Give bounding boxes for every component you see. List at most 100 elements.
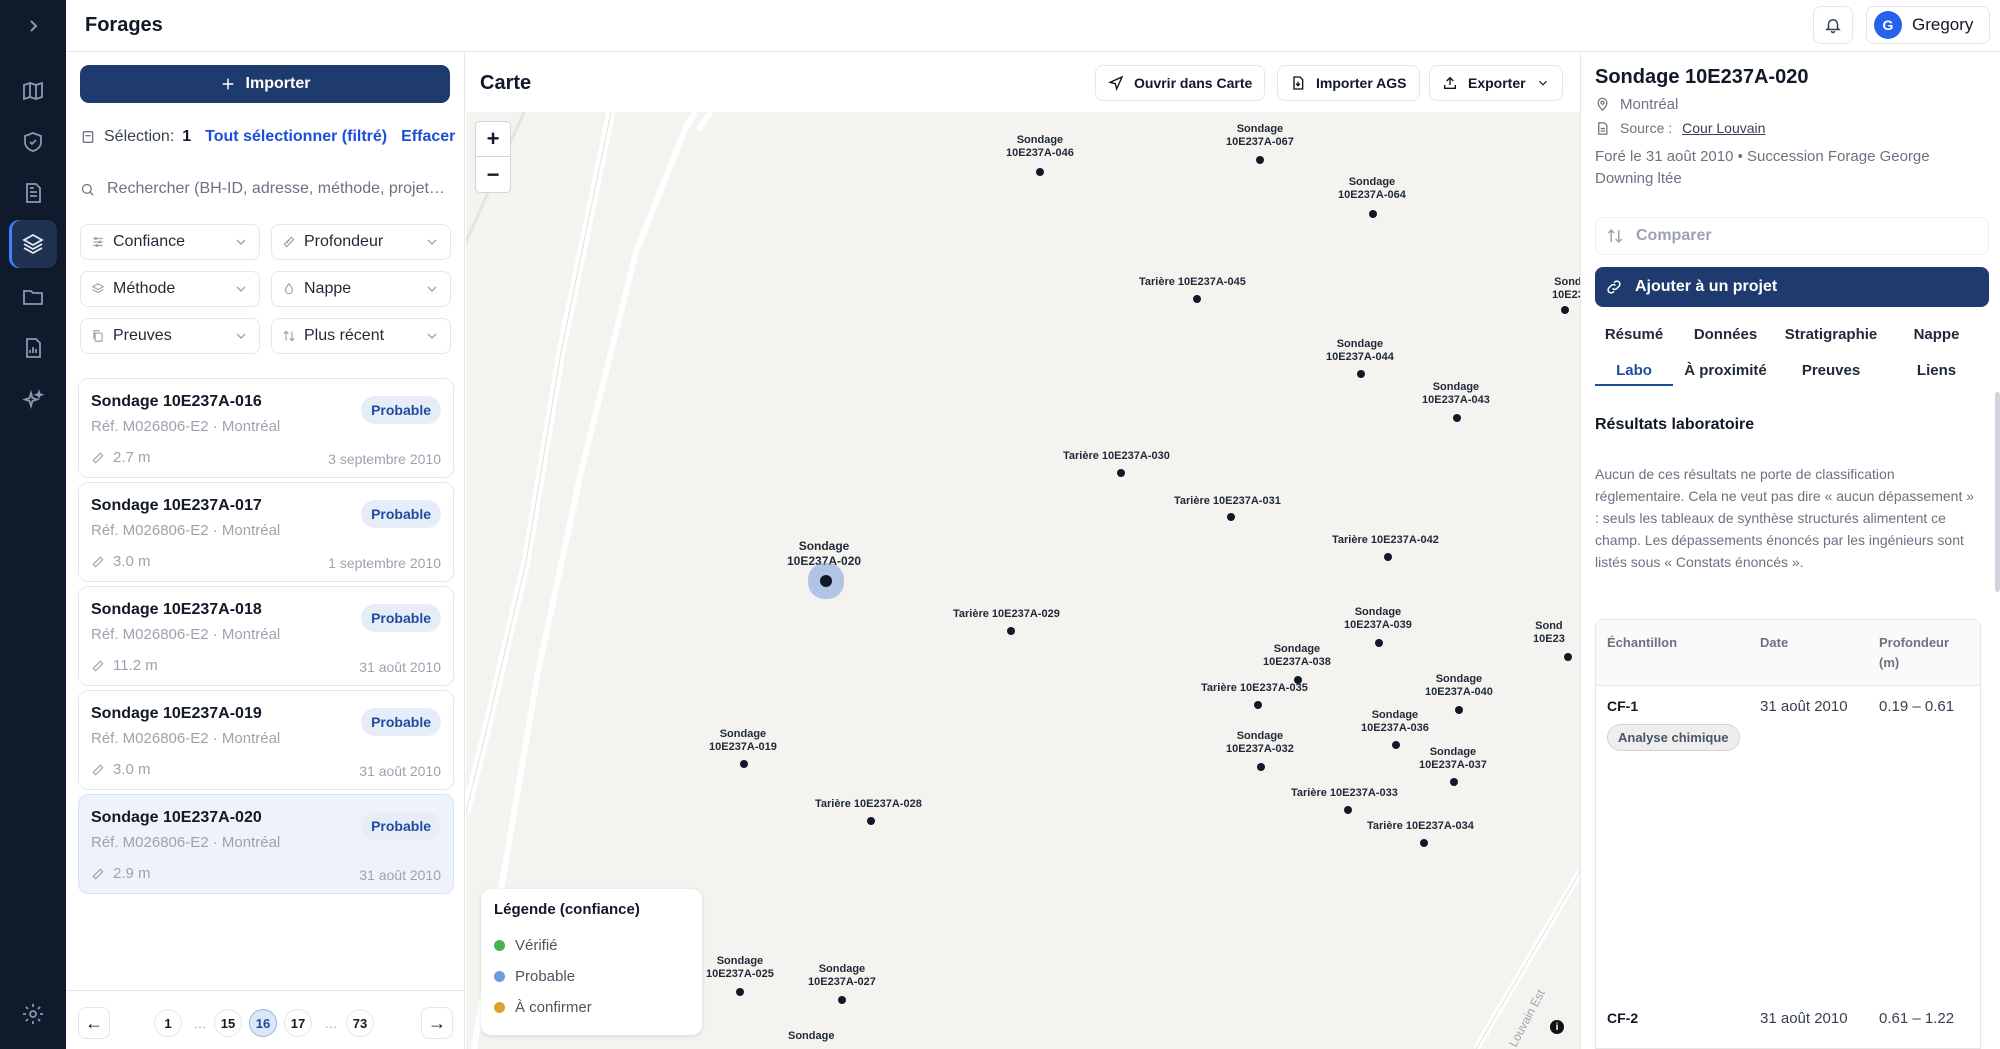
borehole-marker[interactable] bbox=[1369, 210, 1377, 218]
borehole-marker[interactable] bbox=[1357, 370, 1365, 378]
list-item[interactable]: Sondage 10E237A-018 Réf. M026806-E2 · Mo… bbox=[78, 586, 454, 686]
filter-depth[interactable]: Profondeur bbox=[271, 224, 451, 260]
shield-icon[interactable] bbox=[9, 118, 57, 166]
clear-selection-link[interactable]: Effacer bbox=[401, 128, 455, 146]
page-button[interactable]: 1 bbox=[154, 1009, 182, 1037]
folder-icon[interactable] bbox=[9, 273, 57, 321]
page-button[interactable]: 15 bbox=[214, 1009, 242, 1037]
report-icon[interactable] bbox=[9, 324, 57, 372]
borehole-marker[interactable] bbox=[1450, 778, 1458, 786]
select-all-filtered-link[interactable]: Tout sélectionner (filtré) bbox=[205, 128, 387, 146]
filter-water-table[interactable]: Nappe bbox=[271, 271, 451, 307]
borehole-marker[interactable] bbox=[1256, 156, 1264, 164]
borehole-marker-selected[interactable] bbox=[820, 575, 832, 587]
card-title: Sondage 10E237A-017 bbox=[91, 497, 262, 514]
upload-icon bbox=[1444, 76, 1456, 89]
cell-sample: CF-1 bbox=[1607, 698, 1639, 714]
compare-button[interactable]: Comparer bbox=[1595, 217, 1989, 255]
borehole-label: Sondage 10E237A-027 bbox=[808, 963, 876, 988]
tab-summary[interactable]: Résumé bbox=[1595, 320, 1673, 348]
filter-method[interactable]: Méthode bbox=[80, 271, 260, 307]
borehole-marker[interactable] bbox=[1384, 553, 1392, 561]
borehole-marker[interactable] bbox=[1453, 414, 1461, 422]
borehole-marker[interactable] bbox=[1254, 701, 1262, 709]
tab-lab[interactable]: Labo bbox=[1595, 356, 1673, 386]
card-depth: 11.2 m bbox=[91, 657, 158, 674]
zoom-in-button[interactable]: + bbox=[476, 122, 510, 157]
source-link[interactable]: Cour Louvain bbox=[1682, 120, 1765, 136]
borehole-marker[interactable] bbox=[867, 817, 875, 825]
map-icon[interactable] bbox=[9, 67, 57, 115]
borehole-marker[interactable] bbox=[1561, 306, 1569, 314]
borehole-marker[interactable] bbox=[1420, 839, 1428, 847]
list-item[interactable]: Sondage 10E237A-016 Réf. M026806-E2 · Mo… bbox=[78, 378, 454, 478]
filter-evidence[interactable]: Preuves bbox=[80, 318, 260, 354]
settings-gear-icon[interactable] bbox=[9, 990, 57, 1038]
card-title: Sondage 10E237A-019 bbox=[91, 705, 262, 722]
borehole-marker[interactable] bbox=[1007, 627, 1015, 635]
export-dropdown-button[interactable]: Exporter bbox=[1429, 65, 1563, 101]
borehole-marker[interactable] bbox=[740, 760, 748, 768]
import-button-label: Importer bbox=[245, 75, 311, 92]
tab-links[interactable]: Liens bbox=[1884, 356, 1989, 384]
borehole-label: Sondage bbox=[788, 1030, 835, 1042]
zoom-out-button[interactable]: − bbox=[476, 157, 510, 192]
tab-water-table[interactable]: Nappe bbox=[1884, 320, 1989, 348]
selection-checkbox-icon[interactable] bbox=[80, 129, 96, 145]
borehole-marker[interactable] bbox=[1117, 469, 1125, 477]
document-icon[interactable] bbox=[9, 169, 57, 217]
scrollbar[interactable] bbox=[1995, 392, 2000, 592]
borehole-label: Tarière 10E237A-045 bbox=[1139, 276, 1246, 288]
list-item-selected[interactable]: Sondage 10E237A-020 Réf. M026806-E2 · Mo… bbox=[78, 794, 454, 894]
user-menu[interactable]: G Gregory bbox=[1866, 6, 1990, 44]
page-button[interactable]: 73 bbox=[346, 1009, 374, 1037]
map-attribution-info-icon[interactable]: i bbox=[1550, 1020, 1564, 1034]
map-pin-icon bbox=[1597, 97, 1608, 111]
search-input[interactable]: Rechercher (BH-ID, adresse, méthode, pro… bbox=[80, 174, 450, 204]
borehole-marker[interactable] bbox=[1455, 706, 1463, 714]
chevron-down-icon bbox=[427, 333, 437, 339]
ruler-icon bbox=[92, 660, 104, 671]
page-button[interactable]: 17 bbox=[284, 1009, 312, 1037]
borehole-marker[interactable] bbox=[1392, 741, 1400, 749]
tab-data[interactable]: Données bbox=[1673, 320, 1778, 348]
map-canvas[interactable]: + − Sondage 10E237A-046 Sondage 10E237A-06… bbox=[466, 112, 1580, 1049]
tab-evidence[interactable]: Preuves bbox=[1778, 356, 1884, 384]
next-page-button[interactable]: → bbox=[421, 1007, 453, 1039]
borehole-marker[interactable] bbox=[1375, 639, 1383, 647]
borehole-label: Tarière 10E237A-034 bbox=[1367, 820, 1474, 832]
borehole-marker[interactable] bbox=[1257, 763, 1265, 771]
list-item[interactable]: Sondage 10E237A-017 Réf. M026806-E2 · Mo… bbox=[78, 482, 454, 582]
notifications-bell-icon[interactable] bbox=[1813, 6, 1853, 44]
import-button[interactable]: Importer bbox=[80, 65, 450, 103]
filter-label: Profondeur bbox=[304, 233, 384, 250]
expand-chevron-icon[interactable] bbox=[9, 4, 57, 48]
borehole-marker[interactable] bbox=[1227, 513, 1235, 521]
cell-sample: CF-2 bbox=[1607, 1010, 1639, 1026]
add-to-project-button[interactable]: Ajouter à un projet bbox=[1595, 267, 1989, 307]
borehole-marker[interactable] bbox=[736, 988, 744, 996]
sparkles-icon[interactable] bbox=[9, 377, 57, 425]
layers-icon[interactable] bbox=[9, 220, 57, 268]
status-badge: Probable bbox=[361, 708, 441, 736]
borehole-marker[interactable] bbox=[1036, 168, 1044, 176]
sort-select[interactable]: Plus récent bbox=[271, 318, 451, 354]
borehole-label: Tarière 10E237A-042 bbox=[1332, 534, 1439, 546]
page-button-current[interactable]: 16 bbox=[249, 1009, 277, 1037]
import-ags-button[interactable]: Importer AGS bbox=[1277, 65, 1420, 101]
card-ref: Réf. M026806-E2 · Montréal bbox=[91, 522, 281, 539]
status-badge: Probable bbox=[361, 604, 441, 632]
cell-date: 31 août 2010 bbox=[1760, 698, 1848, 715]
tab-stratigraphy[interactable]: Stratigraphie bbox=[1778, 320, 1884, 348]
filter-confidence[interactable]: Confiance bbox=[80, 224, 260, 260]
borehole-marker[interactable] bbox=[838, 996, 846, 1004]
borehole-marker[interactable] bbox=[1344, 806, 1352, 814]
status-badge: Probable bbox=[361, 812, 441, 840]
tab-nearby[interactable]: À proximité bbox=[1673, 356, 1778, 384]
nav-rail bbox=[0, 0, 66, 1049]
open-in-map-button[interactable]: Ouvrir dans Carte bbox=[1095, 65, 1266, 101]
borehole-marker[interactable] bbox=[1193, 295, 1201, 303]
list-item[interactable]: Sondage 10E237A-019 Réf. M026806-E2 · Mo… bbox=[78, 690, 454, 790]
borehole-marker[interactable] bbox=[1564, 653, 1572, 661]
prev-page-button[interactable]: ← bbox=[78, 1007, 110, 1039]
